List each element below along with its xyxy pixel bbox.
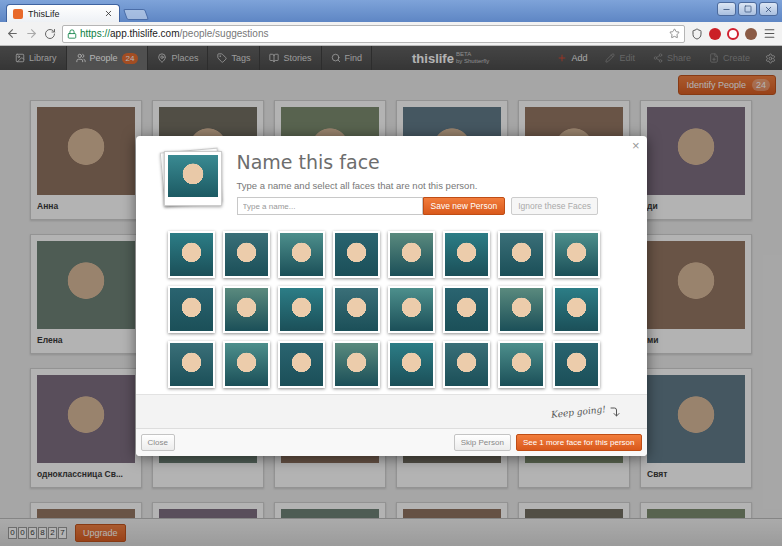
face-grid (168, 231, 623, 388)
modal-overlay: × Name this face Type a name and select al… (0, 46, 782, 546)
face-thumbnail[interactable] (333, 231, 380, 278)
bookmark-star-icon[interactable] (669, 28, 680, 39)
save-person-button[interactable]: Save new Person (423, 197, 506, 215)
dialog-instructions: Type a name and select all faces that ar… (237, 180, 623, 191)
face-thumbnail[interactable] (443, 286, 490, 333)
face-thumbnail[interactable] (333, 286, 380, 333)
face-preview-photo (168, 155, 218, 197)
lock-icon (67, 29, 77, 39)
forward-icon[interactable] (25, 27, 38, 40)
name-face-dialog: × Name this face Type a name and select al… (136, 136, 647, 456)
opera-icon[interactable] (727, 28, 739, 40)
browser-toolbar: https://app.thislife.com/people/suggesti… (0, 22, 782, 46)
face-thumbnail[interactable] (553, 286, 600, 333)
url: https://app.thislife.com/people/suggesti… (80, 28, 268, 39)
face-thumbnail[interactable] (553, 231, 600, 278)
face-thumbnail[interactable] (223, 231, 270, 278)
pocket-icon[interactable] (691, 28, 703, 40)
face-thumbnail[interactable] (388, 341, 435, 388)
skip-person-button[interactable]: Skip Person (454, 434, 511, 451)
face-thumbnail[interactable] (498, 231, 545, 278)
maximize-icon (744, 5, 752, 13)
face-thumbnail[interactable] (443, 231, 490, 278)
face-thumbnail[interactable] (443, 341, 490, 388)
minimize-button[interactable] (717, 2, 736, 16)
close-icon (764, 5, 773, 14)
close-tab-icon[interactable] (104, 9, 113, 18)
new-tab-button[interactable] (123, 9, 149, 20)
address-bar[interactable]: https://app.thislife.com/people/suggesti… (62, 25, 685, 43)
minimize-icon (722, 5, 731, 14)
app: LibraryPeople24PlacesTagsStoriesFindthis… (0, 46, 782, 546)
face-thumbnail[interactable] (168, 286, 215, 333)
back-icon[interactable] (6, 27, 19, 40)
keep-going-hint: Keep going! (550, 404, 606, 420)
dialog-close-button[interactable]: × (632, 138, 640, 153)
name-input-row: Save new Person Ignore these Faces (237, 197, 623, 215)
face-thumbnail[interactable] (553, 341, 600, 388)
face-thumbnail[interactable] (388, 286, 435, 333)
face-preview (160, 148, 224, 208)
url-path: /people/suggestions (180, 28, 269, 39)
title-bar: ThisLife (0, 0, 782, 22)
menu-icon[interactable] (763, 27, 776, 40)
url-host: app.thislife.com (110, 28, 179, 39)
face-thumbnail[interactable] (498, 341, 545, 388)
dialog-footer: Close Skip Person See 1 more face for this… (136, 428, 647, 456)
pinterest-icon[interactable] (709, 28, 721, 40)
browser-tab[interactable]: ThisLife (6, 4, 120, 22)
more-faces-button[interactable]: See 1 more face for this person (516, 434, 642, 451)
browser-window: ThisLife https://app.thislife.com/people/… (0, 0, 782, 546)
favicon-icon (13, 9, 23, 19)
close-window-button[interactable] (759, 2, 778, 16)
dialog-header: Name this face Type a name and select all… (160, 148, 623, 218)
maximize-button[interactable] (738, 2, 757, 16)
face-thumbnail[interactable] (223, 286, 270, 333)
face-thumbnail[interactable] (498, 286, 545, 333)
hint-band: Keep going! (136, 394, 647, 428)
face-thumbnail[interactable] (168, 231, 215, 278)
face-thumbnail[interactable] (168, 341, 215, 388)
close-button[interactable]: Close (141, 434, 175, 451)
arrow-down-icon (609, 406, 621, 418)
ignore-faces-button[interactable]: Ignore these Faces (511, 197, 598, 215)
dialog-title: Name this face (237, 150, 623, 174)
reload-icon[interactable] (44, 28, 56, 40)
avatar-icon[interactable] (745, 28, 757, 40)
face-thumbnail[interactable] (278, 286, 325, 333)
tab-title: ThisLife (28, 9, 99, 19)
face-thumbnail[interactable] (278, 231, 325, 278)
face-thumbnail[interactable] (223, 341, 270, 388)
url-scheme: https:// (80, 28, 110, 39)
face-thumbnail[interactable] (278, 341, 325, 388)
name-input[interactable] (237, 197, 423, 215)
face-thumbnail[interactable] (333, 341, 380, 388)
window-controls (717, 2, 778, 16)
face-thumbnail[interactable] (388, 231, 435, 278)
